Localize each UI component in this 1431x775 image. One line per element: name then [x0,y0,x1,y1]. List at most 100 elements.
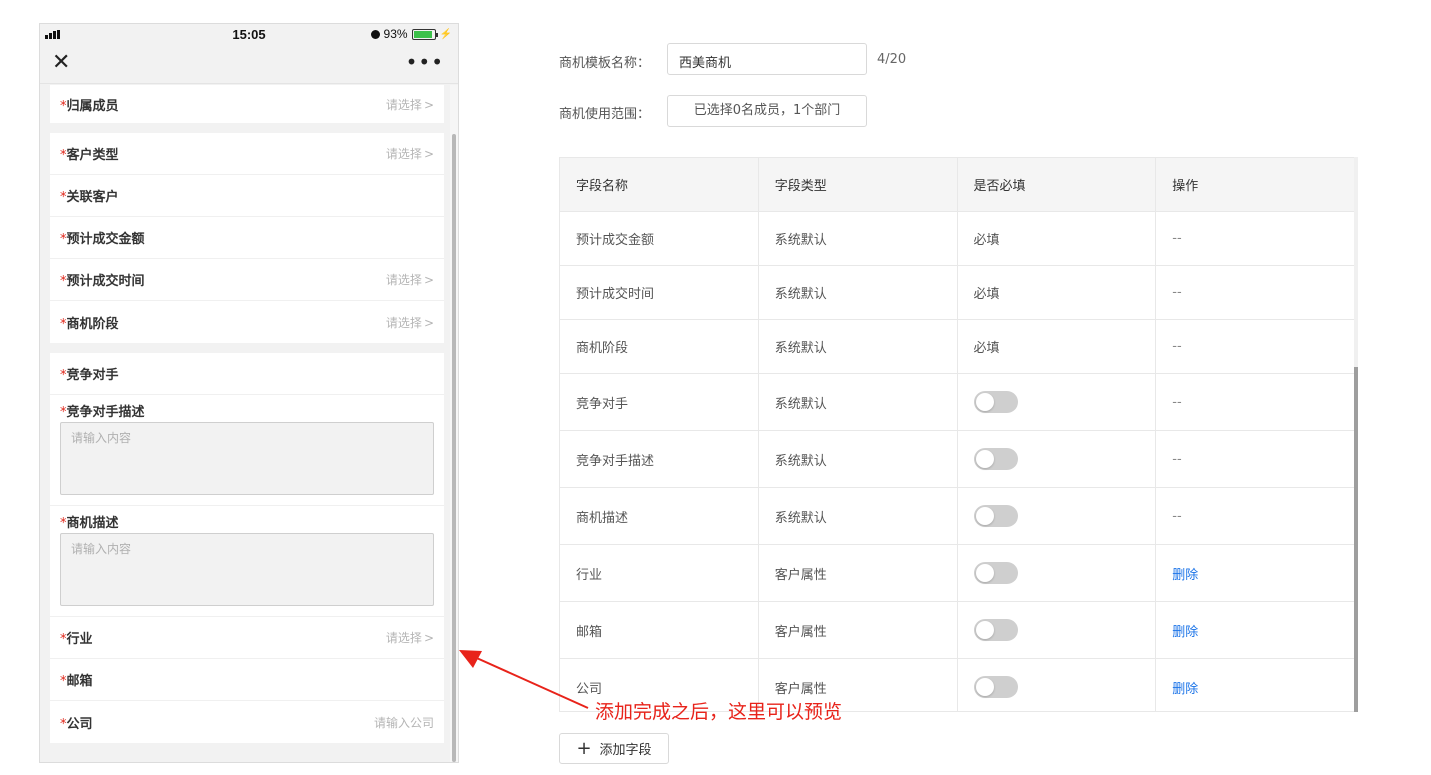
form-row-competitor[interactable]: *竞争对手 [50,353,444,395]
add-field-button[interactable]: + 添加字段 [559,733,669,764]
cell-name: 行业 [560,545,759,601]
cell-name: 邮箱 [560,602,759,658]
cell-required [958,659,1157,711]
cell-required [958,431,1157,487]
cell-name: 商机描述 [560,488,759,544]
form-row-email[interactable]: *邮箱 [50,659,444,701]
row-label: 预计成交时间 [66,274,145,289]
chevron-right-icon: > [423,315,434,330]
form-row-stage[interactable]: *商机阶段 请选择 > [50,301,444,343]
scope-select-button[interactable]: 已选择0名成员，1个部门 [667,95,867,127]
header-field-type: 字段类型 [759,158,958,211]
form-row-customer-type[interactable]: *客户类型 请选择 > [50,133,444,175]
plus-icon: + [576,737,592,759]
battery-percent: 93% [383,27,408,41]
cell-op: -- [1172,231,1182,246]
battery-icon [411,28,438,40]
form-row-industry[interactable]: *行业 请选择 > [50,617,444,659]
required-toggle[interactable] [973,562,1018,584]
preview-form: *归属成员 请选择 > *客户类型 请选择 > *关联客户 *预计成交金额 *预计成… [50,85,444,753]
table-scrollbar[interactable] [1354,157,1358,712]
form-group-basic: *客户类型 请选择 > *关联客户 *预计成交金额 *预计成交时间 请选择 > *商… [50,133,444,343]
form-row-expected-time[interactable]: *预计成交时间 请选择 > [50,259,444,301]
template-name-label: 商机模板名称： [559,56,651,71]
select-prompt[interactable]: 请选择 > [386,271,434,288]
row-label: 公司 [66,716,93,732]
delete-link[interactable]: 删除 [1172,678,1198,697]
cell-required [958,545,1157,601]
alarm-icon [370,29,380,39]
close-icon[interactable]: ✕ [52,52,70,74]
cell-required: 必填 [958,212,1157,265]
delete-link[interactable]: 删除 [1172,621,1198,640]
required-toggle[interactable] [973,505,1018,527]
table-row: 商机阶段 系统默认 必填 -- [560,320,1355,374]
cell-op: -- [1172,285,1182,300]
competitor-desc-textarea[interactable]: 请输入内容 [60,422,434,495]
company-input[interactable]: 请输入公司 [374,714,434,731]
nav-bar: ✕ ••• [40,44,458,84]
row-label: 行业 [66,632,93,647]
form-group-owner: *归属成员 请选择 > [50,85,444,123]
cell-name: 商机阶段 [560,320,759,373]
cell-type: 客户属性 [759,545,958,601]
select-prompt[interactable]: 请选择 > [386,145,434,162]
form-row-opportunity-desc: *商机描述 请输入内容 [50,506,444,617]
form-row-competitor-desc: *竞争对手描述 请输入内容 [50,395,444,506]
add-field-label: 添加字段 [599,743,652,758]
cell-required: 必填 [958,320,1157,373]
opportunity-desc-textarea[interactable]: 请输入内容 [60,533,434,606]
required-toggle[interactable] [973,448,1018,470]
charging-icon: ⚡ [439,28,452,40]
select-prompt[interactable]: 请选择 > [386,314,434,331]
row-label: 预计成交金额 [66,232,145,247]
table-row: 预计成交时间 系统默认 必填 -- [560,266,1355,320]
table-row: 商机描述 系统默认 -- [560,488,1355,545]
required-toggle[interactable] [973,676,1018,698]
form-row-owner[interactable]: *归属成员 请选择 > [50,85,444,123]
select-prompt[interactable]: 请选择 > [386,629,434,646]
cell-type: 系统默认 [759,212,958,265]
cell-required [958,488,1157,544]
row-label: 竞争对手 [66,368,119,383]
cell-op: -- [1172,508,1182,524]
table-header: 字段名称 字段类型 是否必填 操作 [560,158,1355,212]
chevron-right-icon: > [423,97,434,112]
form-row-expected-amount[interactable]: *预计成交金额 [50,217,444,259]
fields-table: 字段名称 字段类型 是否必填 操作 预计成交金额 系统默认 必填 -- 预计成交… [559,157,1356,712]
row-label: 邮箱 [66,674,93,689]
scrollbar[interactable] [452,134,456,762]
chevron-right-icon: > [423,147,434,161]
cell-required [958,602,1157,658]
more-icon[interactable]: ••• [406,50,444,74]
row-label: 关联客户 [66,190,119,205]
cell-type: 系统默认 [759,374,958,430]
form-row-company[interactable]: *公司 请输入公司 [50,701,444,743]
required-toggle[interactable] [973,619,1018,641]
cell-op: -- [1172,339,1182,354]
cell-type: 系统默认 [759,266,958,319]
row-label: 竞争对手描述 [66,405,145,420]
form-row-related-customer[interactable]: *关联客户 [50,175,444,217]
cell-required [958,374,1157,430]
cell-type: 系统默认 [759,488,958,544]
header-required: 是否必填 [958,158,1157,211]
chevron-right-icon: > [423,631,434,645]
status-bar: 15:05 93% ⚡ [40,24,458,44]
delete-link[interactable]: 删除 [1172,564,1198,583]
cell-type: 系统默认 [759,320,958,373]
cell-op: -- [1172,451,1182,467]
template-name-input[interactable]: 西美商机 [667,43,867,75]
header-actions: 操作 [1172,179,1199,194]
scope-label: 商机使用范围： [559,107,651,122]
cell-op: 删除 [1156,545,1355,601]
required-toggle[interactable] [973,391,1018,413]
status-right: 93% ⚡ [370,27,452,41]
table-row: 竞争对手 系统默认 -- [560,374,1355,431]
header-field-name: 字段名称 [560,158,759,211]
select-prompt[interactable]: 请选择 > [386,96,434,113]
row-label: 归属成员 [66,98,119,114]
table-row: 竞争对手描述 系统默认 -- [560,431,1355,488]
cell-op: 删除 [1156,602,1355,658]
form-group-extra: *竞争对手 *竞争对手描述 请输入内容 *商机描述 请输入内容 *行业 请选择 >… [50,353,444,743]
